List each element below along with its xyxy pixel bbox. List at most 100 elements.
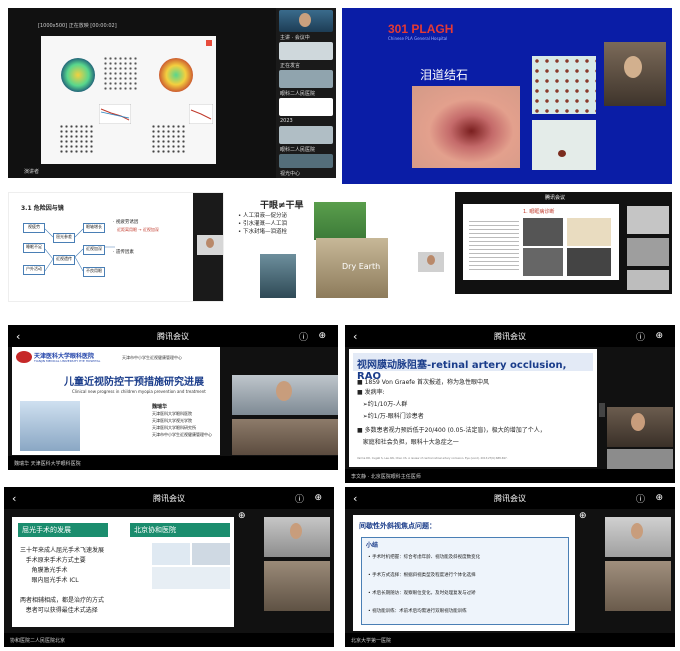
meeting-title: 腾讯会议: [157, 331, 189, 341]
text-line-1: ■ 1859 Von Graefe 首次报道，称为急性眼中风: [357, 379, 489, 386]
presenter-label: 演讲者: [24, 169, 40, 175]
info-icon[interactable]: ⓘ: [636, 492, 645, 505]
ct-scan-3: [567, 248, 611, 276]
presenter-video[interactable]: [605, 517, 671, 557]
slide-nav-arrow[interactable]: [599, 403, 605, 417]
participant-label-3: 眼科二人民医院: [280, 91, 316, 97]
myopia-slide: 天津医科大学眼科医院 TIANJIN MEDICAL UNIVERSITY EY…: [12, 347, 220, 455]
trend-graph-left: [99, 104, 131, 124]
participant-video-2[interactable]: [627, 238, 669, 266]
info-icon[interactable]: ⓘ: [295, 492, 304, 505]
presenter-video[interactable]: [418, 252, 444, 272]
participant-video-3[interactable]: [627, 270, 669, 290]
hospital-logo: 301 PLAGH: [388, 22, 454, 36]
text-line-6: 家庭和社会负担，眼科十大急症之一: [357, 439, 459, 446]
add-icon[interactable]: ⊕: [655, 493, 663, 503]
back-icon[interactable]: ‹: [12, 492, 16, 505]
bullet-3: • 下水封堵—泪道栓: [238, 229, 287, 235]
add-icon[interactable]: ⊕: [655, 331, 663, 341]
slide-title: 屈光手术的发展: [18, 523, 108, 537]
presenter-video[interactable]: [264, 517, 330, 557]
visual-field-map-left: [61, 58, 95, 92]
panel-orbital-slide: 腾讯会议 1. 眼眶病诊断: [455, 192, 672, 294]
slide-toolbar: [1000x500] 正在放映 [00:00:02]: [38, 23, 117, 29]
slide-title: 干眼≠干旱: [260, 201, 304, 211]
avatar: [631, 523, 643, 539]
surgery-image-1: [152, 543, 190, 565]
slide-caption: 泪道结石: [420, 68, 469, 82]
meeting-title: 腾讯会议: [494, 331, 526, 341]
participant-video-6[interactable]: [279, 154, 333, 168]
photo-caption: Dry Earth: [342, 262, 381, 271]
avatar: [299, 13, 311, 27]
bottom-bar: 李文静 · 北京医院眼科主任医师: [345, 469, 675, 483]
back-icon[interactable]: ‹: [16, 330, 20, 343]
presenter-name: 协和医院二人民医院北京: [10, 637, 66, 644]
add-icon[interactable]: ⊕: [314, 493, 322, 503]
slide-title: 1. 眼眶病诊断: [523, 209, 555, 215]
zoom-icon[interactable]: ⊕: [579, 511, 587, 521]
participant-video-5[interactable]: [279, 126, 333, 144]
meeting-title: 腾讯会议: [494, 493, 526, 503]
presenter-name: 北京大学第一医院: [351, 637, 392, 644]
info-icon[interactable]: ⓘ: [299, 330, 308, 343]
presenter-video[interactable]: [604, 42, 666, 106]
red-marker: [206, 40, 212, 46]
slide-title: 视网膜动脉阻塞-retinal artery occlusion, RAO: [353, 353, 593, 382]
building-photo: [20, 401, 80, 451]
stone-photo-bottom: [532, 120, 596, 170]
skull-3d: [567, 218, 611, 246]
add-icon[interactable]: ⊕: [318, 331, 326, 341]
box-2: 睡眠不足: [23, 243, 45, 253]
participant-video[interactable]: [232, 419, 338, 455]
participant-video[interactable]: [264, 561, 330, 611]
summary-item-2: • 手术方式选择：根据斜视类型及程度进行个体化选择: [368, 573, 476, 578]
avatar: [624, 56, 642, 78]
exotropia-slide: 间歇性外斜视焦点问题： 小结 • 手术时机把握：综合考虑年龄、视功能及斜视度数变…: [353, 515, 575, 631]
presenter-video[interactable]: [197, 235, 223, 255]
text-line-2: ■ 发病率:: [357, 389, 385, 396]
back-icon[interactable]: ‹: [353, 330, 357, 343]
university-logo: [16, 351, 32, 363]
participant-video[interactable]: [605, 561, 671, 611]
participant-label-4: 2023: [280, 118, 293, 124]
faucet-photo: [260, 254, 296, 298]
presenter-video[interactable]: [232, 375, 338, 415]
participant-video-2[interactable]: [279, 42, 333, 60]
participant-video-3[interactable]: [279, 70, 333, 88]
presenter-name: 李文静 · 北京医院眼科主任医师: [351, 473, 421, 480]
bottom-bar: 魏瑞华 天津医科大学眼科医院: [8, 456, 338, 470]
panel-refractive-meeting: ‹ 腾讯会议 ⓘ ⊕ 屈光手术的发展 北京协和医院 三十年来成人屈光手术飞速发展 手术…: [4, 487, 334, 647]
note-text: 近距离用眼 → 近视加深: [117, 227, 159, 232]
summary-item-1: • 手术时机把握：综合考虑年龄、视功能及斜视度数变化: [368, 555, 481, 560]
meeting-header: 腾讯会议: [545, 195, 566, 201]
summary-box: 小结 • 手术时机把握：综合考虑年龄、视功能及斜视度数变化 • 手术方式选择：根…: [361, 537, 569, 625]
slide-title: 3.1 危险因与镜: [21, 205, 64, 212]
visual-field-slide: [41, 36, 216, 164]
participant-video-1[interactable]: [627, 206, 669, 234]
participant-sidebar: 主讲 · 会议中 正在发言 眼科二人民医院 2023 眼科二人民医院 视光中心: [276, 8, 336, 178]
meeting-top-bar: ‹ 腾讯会议 ⓘ ⊕: [8, 325, 338, 347]
back-icon[interactable]: ‹: [353, 492, 357, 505]
panel-risk-factor-slide: 3.1 危险因与镜 视疲劳 睡眠不足 户外活动 屈光参差 近视遗传 眼轴增长 近…: [8, 192, 224, 302]
participant-video-1[interactable]: [279, 10, 333, 32]
connector-lines: [45, 228, 115, 272]
info-icon[interactable]: ⓘ: [636, 330, 645, 343]
presenter-video[interactable]: [607, 407, 673, 447]
note-1: · 视疲劳诱因: [113, 220, 139, 225]
item-1: 三十年来成人屈光手术飞速发展: [20, 547, 105, 554]
meeting-title: 腾讯会议: [153, 493, 185, 503]
participant-label-6: 视光中心: [280, 171, 301, 177]
item-6: 患者可以获得最佳术式选择: [20, 607, 98, 614]
university-name-en: TIANJIN MEDICAL UNIVERSITY EYE HOSPITAL: [34, 359, 101, 363]
participant-video-4[interactable]: [279, 98, 333, 116]
participant-video[interactable]: [607, 449, 673, 469]
zoom-icon[interactable]: ⊕: [238, 511, 246, 521]
speaker-name: 魏瑞华: [152, 404, 168, 410]
affiliation-4: 天津市中小学生近视健康管理中心: [152, 432, 212, 437]
text-line-3: ➢约1/10万-人群: [357, 401, 408, 408]
item-4: 眼内屈光手术 ICL: [20, 577, 79, 584]
panel-exotropia-meeting: ‹ 腾讯会议 ⓘ ⊕ 间歇性外斜视焦点问题： 小结 • 手术时机把握：综合考虑年龄、视…: [345, 487, 675, 647]
meeting-top-bar: ‹ 腾讯会议 ⓘ ⊕: [4, 487, 334, 509]
box-3: 户外活动: [23, 265, 45, 275]
